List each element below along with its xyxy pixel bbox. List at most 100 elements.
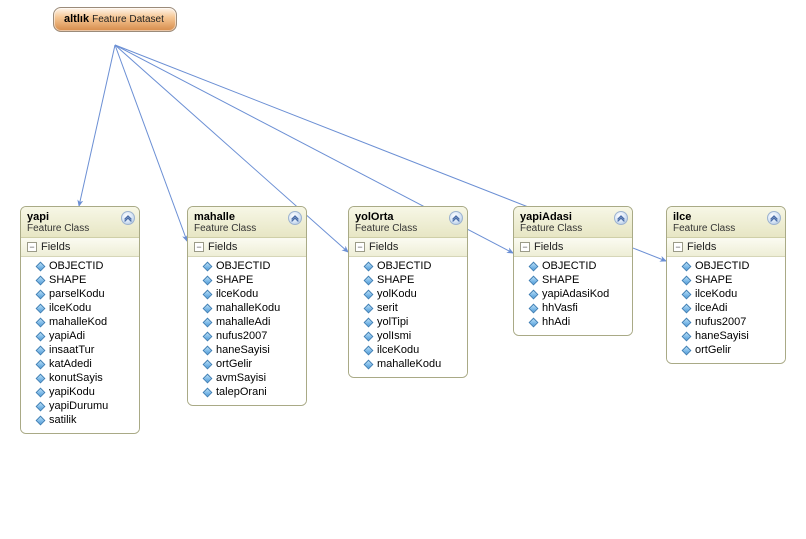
field-item[interactable]: ilceKodu — [188, 287, 306, 301]
field-icon — [529, 261, 539, 271]
field-name: SHAPE — [377, 274, 414, 286]
feature-class-yapi[interactable]: yapiFeature ClassFields OBJECTIDSHAPEpars… — [20, 206, 140, 434]
field-item[interactable]: OBJECTID — [667, 259, 785, 273]
field-item[interactable]: katAdedi — [21, 357, 139, 371]
class-header[interactable]: mahalleFeature Class — [188, 207, 306, 238]
field-icon — [203, 261, 213, 271]
field-item[interactable]: yolIsmi — [349, 329, 467, 343]
field-name: mahalleKod — [49, 316, 107, 328]
field-name: OBJECTID — [695, 260, 749, 272]
fields-list: OBJECTID SHAPE ilceKodu ilceAdi nufus2007han… — [667, 257, 785, 363]
field-name: ilceKodu — [49, 302, 91, 314]
collapse-fields-icon[interactable] — [673, 242, 683, 252]
field-item[interactable]: OBJECTID — [349, 259, 467, 273]
field-name: mahalleKodu — [216, 302, 280, 314]
field-item[interactable]: insaatTur — [21, 343, 139, 357]
field-item[interactable]: haneSayisi — [667, 329, 785, 343]
class-header[interactable]: yapiAdasiFeature Class — [514, 207, 632, 238]
field-item[interactable]: talepOrani — [188, 385, 306, 399]
fields-list: OBJECTID SHAPEyolKoduserityolTipiyolIsmii… — [349, 257, 467, 377]
field-item[interactable]: yolTipi — [349, 315, 467, 329]
field-item[interactable]: mahalleAdi — [188, 315, 306, 329]
field-name: mahalleAdi — [216, 316, 270, 328]
field-item[interactable]: SHAPE — [349, 273, 467, 287]
field-icon — [36, 303, 46, 313]
field-icon — [682, 289, 692, 299]
field-item[interactable]: OBJECTID — [188, 259, 306, 273]
class-header[interactable]: yolOrtaFeature Class — [349, 207, 467, 238]
fields-header[interactable]: Fields — [667, 238, 785, 257]
field-name: yapiAdi — [49, 330, 85, 342]
field-item[interactable]: mahalleKodu — [349, 357, 467, 371]
collapse-icon[interactable] — [121, 211, 135, 225]
field-item[interactable]: yapiAdi — [21, 329, 139, 343]
collapse-fields-icon[interactable] — [194, 242, 204, 252]
collapse-fields-icon[interactable] — [27, 242, 37, 252]
field-item[interactable]: mahalleKodu — [188, 301, 306, 315]
fields-header[interactable]: Fields — [349, 238, 467, 257]
field-item[interactable]: avmSayisi — [188, 371, 306, 385]
fields-header[interactable]: Fields — [21, 238, 139, 257]
collapse-icon[interactable] — [449, 211, 463, 225]
field-item[interactable]: nufus2007 — [667, 315, 785, 329]
field-icon — [364, 261, 374, 271]
field-item[interactable]: OBJECTID — [514, 259, 632, 273]
field-item[interactable]: ilceKodu — [349, 343, 467, 357]
collapse-fields-icon[interactable] — [520, 242, 530, 252]
field-name: konutSayis — [49, 372, 103, 384]
feature-class-yapiAdasi[interactable]: yapiAdasiFeature ClassFields OBJECTIDSHAP… — [513, 206, 633, 336]
field-name: yapiKodu — [49, 386, 95, 398]
field-item[interactable]: serit — [349, 301, 467, 315]
field-icon — [682, 345, 692, 355]
field-name: nufus2007 — [695, 316, 746, 328]
collapse-icon[interactable] — [614, 211, 628, 225]
field-item[interactable]: nufus2007 — [188, 329, 306, 343]
field-item[interactable]: ilceKodu — [21, 301, 139, 315]
field-item[interactable]: haneSayisi — [188, 343, 306, 357]
field-item[interactable]: yapiAdasiKod — [514, 287, 632, 301]
fields-label: Fields — [687, 241, 716, 253]
field-item[interactable]: parselKodu — [21, 287, 139, 301]
feature-class-ilce[interactable]: ilceFeature Class Fields OBJECTID SHAPE ilce… — [666, 206, 786, 364]
field-name: ortGelir — [695, 344, 731, 356]
field-item[interactable]: SHAPE — [514, 273, 632, 287]
collapse-icon[interactable] — [288, 211, 302, 225]
field-name: ilceKodu — [695, 288, 737, 300]
field-item[interactable]: hhVasfi — [514, 301, 632, 315]
field-item[interactable]: SHAPE — [21, 273, 139, 287]
field-item[interactable]: ilceAdi — [667, 301, 785, 315]
field-name: avmSayisi — [216, 372, 266, 384]
field-name: haneSayisi — [216, 344, 270, 356]
field-item[interactable]: OBJECTID — [21, 259, 139, 273]
field-item[interactable]: yolKodu — [349, 287, 467, 301]
field-name: talepOrani — [216, 386, 267, 398]
field-item[interactable]: ilceKodu — [667, 287, 785, 301]
field-name: OBJECTID — [377, 260, 431, 272]
field-name: yapiAdasiKod — [542, 288, 609, 300]
class-subtitle: Feature Class — [194, 223, 300, 234]
field-item[interactable]: hhAdi — [514, 315, 632, 329]
feature-class-yolOrta[interactable]: yolOrtaFeature ClassFieldsOBJECTIDSHAPEy… — [348, 206, 468, 378]
field-item[interactable]: satilik — [21, 413, 139, 427]
collapse-icon[interactable] — [767, 211, 781, 225]
field-icon — [36, 275, 46, 285]
field-item[interactable]: ortGelir — [188, 357, 306, 371]
class-subtitle: Feature Class — [673, 223, 779, 234]
field-item[interactable]: SHAPE — [667, 273, 785, 287]
class-header[interactable]: yapiFeature Class — [21, 207, 139, 238]
fields-header[interactable]: Fields — [188, 238, 306, 257]
fields-header[interactable]: Fields — [514, 238, 632, 257]
field-name: ilceAdi — [695, 302, 727, 314]
field-name: SHAPE — [695, 274, 732, 286]
field-icon — [364, 275, 374, 285]
feature-class-mahalle[interactable]: mahalleFeature ClassFields OBJECTIDSHAPEi… — [187, 206, 307, 406]
field-item[interactable]: ortGelir — [667, 343, 785, 357]
field-item[interactable]: SHAPE — [188, 273, 306, 287]
field-item[interactable]: konutSayis — [21, 371, 139, 385]
class-header[interactable]: ilceFeature Class — [667, 207, 785, 238]
feature-dataset-node[interactable]: altlık Feature Dataset — [53, 7, 177, 32]
field-item[interactable]: yapiDurumu — [21, 399, 139, 413]
field-item[interactable]: mahalleKod — [21, 315, 139, 329]
field-item[interactable]: yapiKodu — [21, 385, 139, 399]
collapse-fields-icon[interactable] — [355, 242, 365, 252]
